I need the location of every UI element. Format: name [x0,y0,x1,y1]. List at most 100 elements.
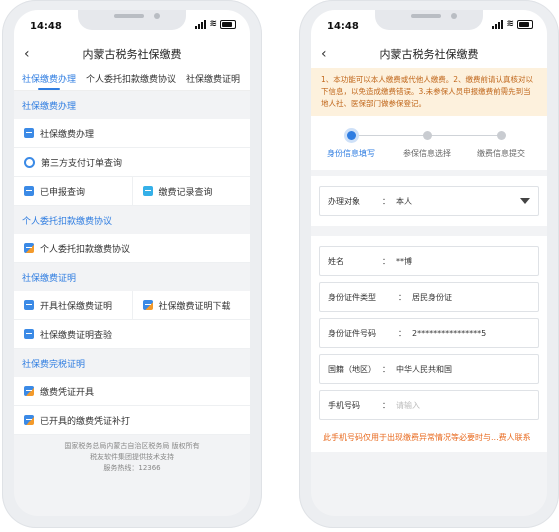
id-number-field[interactable]: 身份证件号码 ： 2****************5 [319,318,539,348]
section-list: 社保缴费办理 第三方支付订单查询 已申报查询 缴费记录查询 [14,119,250,206]
list-item-label: 已申报查询 [40,187,86,198]
name-field[interactable]: 姓名 ： **博 [319,246,539,276]
field-value: **博 [396,256,412,266]
list-item-issue-certificate[interactable]: 开具社保缴费证明 [14,291,132,319]
battery-icon [220,20,236,29]
list-item-label: 已开具的缴费凭证补打 [40,416,131,427]
phone-warning: 此手机号码仅用于出现缴费异常情况等必要时与...费人联系 [311,430,547,452]
wifi-icon: ≋ [506,19,514,29]
list-item-agreement[interactable]: 个人委托扣款缴费协议 [14,234,250,263]
field-label: 国籍（地区） [328,364,376,374]
list-item-voucher-issue[interactable]: 缴费凭证开具 [14,377,250,406]
left-phone-frame: 14:48 ≋ ‹ 内蒙古税务社保缴费 社保缴费办理 个人委托扣款缴费协议 社保… [2,0,262,528]
voucher-icon [24,386,34,396]
page-title: 内蒙古税务社保缴费 [379,48,479,61]
tab-bar: 社保缴费办理 个人委托扣款缴费协议 社保缴费证明 [14,68,250,91]
step-label-identity: 身份信息填写 [327,149,375,158]
list-item-label: 缴费凭证开具 [40,387,95,398]
list-item-verify-certificate[interactable]: 社保缴费证明查验 [14,320,250,349]
left-screen: 14:48 ≋ ‹ 内蒙古税务社保缴费 社保缴费办理 个人委托扣款缴费协议 社保… [14,10,250,516]
footer-hotline: 服务热线：12366 [103,464,161,472]
section-list: 开具社保缴费证明 社保缴费证明下载 社保缴费证明查验 [14,291,250,349]
list-item-record-search[interactable]: 缴费记录查询 [131,177,251,205]
certificate-icon [24,300,34,310]
footer: 国家税务总局内蒙古自治区税务局 版权所有 税友软件集团提供技术支持 服务热线：1… [14,435,250,474]
pay-icon [24,128,34,138]
list-item-social-pay[interactable]: 社保缴费办理 [14,119,250,148]
section-header: 社保缴费证明 [14,267,250,291]
reprint-icon [24,415,34,425]
download-icon [142,300,153,310]
list-item-label: 开具社保缴费证明 [40,301,113,312]
status-time: 14:48 [327,21,359,32]
list-row-split: 开具社保缴费证明 社保缴费证明下载 [14,291,250,320]
notice-banner: 1、本功能可以本人缴费或代他人缴费。2、缴费前请认真核对以下信息，以免造成缴费错… [311,68,547,116]
phone-input[interactable]: 请输入 [396,400,530,411]
step-dot-3 [497,131,506,140]
field-label: 身份证件类型 [328,292,376,302]
list-item-order-search[interactable]: 第三方支付订单查询 [14,148,250,177]
list-item-declared-search[interactable]: 已申报查询 [14,177,132,205]
footer-copyright: 国家税务总局内蒙古自治区税务局 版权所有 [64,442,200,450]
footer-support: 税友软件集团提供技术支持 [90,453,174,461]
step-dot-2 [423,131,432,140]
status-icons: ≋ [492,20,533,29]
status-icons: ≋ [195,20,236,29]
phone-field[interactable]: 手机号码 ： 请输入 [319,390,539,420]
notch [78,10,186,30]
list-item-label: 社保缴费办理 [40,129,95,140]
object-value: 本人 [396,196,412,206]
status-bar: 14:48 ≋ [311,10,547,40]
list-item-voucher-reprint[interactable]: 已开具的缴费凭证补打 [14,406,250,435]
id-type-field[interactable]: 身份证件类型 ： 居民身份证 [319,282,539,312]
list-item-label: 社保缴费证明查验 [40,330,113,341]
section-header: 社保费完税证明 [14,353,250,377]
step-dot-1 [347,131,356,140]
notch [375,10,483,30]
verify-icon [24,329,34,339]
record-icon [142,186,153,196]
signal-icon [195,20,207,29]
page-title: 内蒙古税务社保缴费 [82,48,182,61]
step-indicator: 身份信息填写 参保信息选择 缴费信息提交 [311,116,547,170]
declared-search-icon [24,186,34,196]
signal-icon [492,20,504,29]
battery-icon [517,20,533,29]
field-value: 2****************5 [412,328,487,338]
list-row-split: 已申报查询 缴费记录查询 [14,177,250,206]
step-label-insurance: 参保信息选择 [403,149,451,158]
section-header: 个人委托扣款缴费协议 [14,210,250,234]
section-header: 社保缴费办理 [14,95,250,119]
right-phone-frame: 14:48 ≋ ‹ 内蒙古税务社保缴费 1、本功能可以本人缴费或代他人缴费。2、… [299,0,559,528]
list-item-label: 个人委托扣款缴费协议 [40,244,131,255]
object-select[interactable]: 办理对象 ： 本人 [319,186,539,216]
right-screen: 14:48 ≋ ‹ 内蒙古税务社保缴费 1、本功能可以本人缴费或代他人缴费。2、… [311,10,547,516]
object-label: 办理对象 [328,196,360,206]
list-item-label: 社保缴费证明下载 [158,301,231,312]
list-item-download-certificate[interactable]: 社保缴费证明下载 [131,291,251,319]
section-list: 缴费凭证开具 已开具的缴费凭证补打 [14,377,250,435]
back-icon[interactable]: ‹ [321,46,327,62]
nav-bar: ‹ 内蒙古税务社保缴费 [14,40,250,68]
status-time: 14:48 [30,21,62,32]
step-label-submit: 缴费信息提交 [477,149,525,158]
list-item-label: 第三方支付订单查询 [41,158,123,169]
wifi-icon: ≋ [209,19,217,29]
back-icon[interactable]: ‹ [24,46,30,62]
field-value: 中华人民共和国 [396,364,452,374]
tab-social-pay[interactable]: 社保缴费办理 [22,72,76,90]
field-value: 居民身份证 [412,292,452,302]
nav-bar: ‹ 内蒙古税务社保缴费 [311,40,547,68]
status-bar: 14:48 ≋ [14,10,250,40]
list-item-label: 缴费记录查询 [158,187,213,198]
chevron-down-icon [520,198,530,204]
order-search-icon [24,156,35,168]
nationality-field[interactable]: 国籍（地区） ： 中华人民共和国 [319,354,539,384]
identity-form: 姓名 ： **博 身份证件类型 ： 居民身份证 身份证件号码 ： 2******… [311,236,547,430]
tab-certificate[interactable]: 社保缴费证明 [186,72,240,90]
field-label: 姓名 [328,256,344,266]
tab-agreement[interactable]: 个人委托扣款缴费协议 [86,72,176,90]
agreement-icon [24,243,34,253]
field-label: 身份证件号码 [328,328,376,338]
section-list: 个人委托扣款缴费协议 [14,234,250,263]
